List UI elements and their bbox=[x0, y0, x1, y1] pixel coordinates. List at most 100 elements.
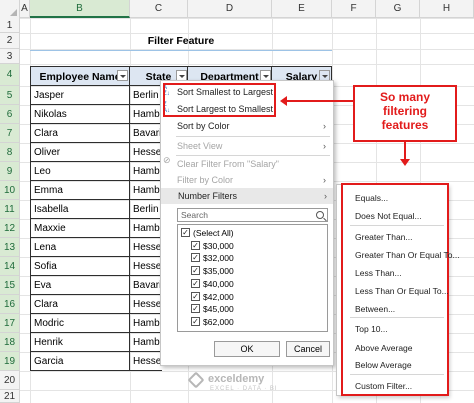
row-header-14[interactable]: 14 bbox=[0, 257, 20, 276]
checkbox-checked-icon[interactable]: ✓ bbox=[181, 228, 190, 237]
filter-value-label: $32,000 bbox=[203, 253, 234, 264]
cell-employee-name[interactable]: Clara bbox=[30, 295, 130, 314]
row-header-21[interactable]: 21 bbox=[0, 390, 20, 403]
number-filter-option[interactable]: Less Than Or Equal To... bbox=[355, 284, 449, 298]
number-filter-option[interactable]: Above Average bbox=[355, 341, 413, 355]
cell-employee-name[interactable]: Leo bbox=[30, 162, 130, 181]
cell-state[interactable]: Hambu bbox=[130, 333, 162, 352]
cell-state[interactable]: Hesser bbox=[130, 295, 162, 314]
row-header-15[interactable]: 15 bbox=[0, 276, 20, 295]
funnel-clear-icon: ⊘ bbox=[163, 155, 171, 165]
sort-by-color-item[interactable]: Sort by Color › bbox=[160, 118, 332, 134]
row-header-10[interactable]: 10 bbox=[0, 181, 20, 200]
number-filter-option[interactable]: Top 10... bbox=[355, 322, 388, 336]
column-header-c[interactable]: C bbox=[130, 0, 188, 18]
checkbox-checked-icon[interactable]: ✓ bbox=[191, 316, 200, 326]
cell-state[interactable]: Hambu bbox=[130, 181, 162, 200]
checkbox-checked-icon[interactable]: ✓ bbox=[191, 278, 200, 288]
chevron-right-icon: › bbox=[323, 175, 326, 185]
cell-employee-name[interactable]: Emma bbox=[30, 181, 130, 200]
cell-state[interactable]: Berlin bbox=[130, 86, 162, 105]
cell-employee-name[interactable]: Eva bbox=[30, 276, 130, 295]
number-filter-option[interactable]: Less Than... bbox=[355, 266, 402, 280]
number-filters-item[interactable]: Number Filters › bbox=[161, 188, 333, 204]
cell-state[interactable]: Hesser bbox=[130, 143, 162, 162]
row-header-17[interactable]: 17 bbox=[0, 314, 20, 333]
sheet-view-label: Sheet View bbox=[177, 141, 223, 151]
row-header-3[interactable]: 3 bbox=[0, 49, 20, 64]
row-header-5[interactable]: 5 bbox=[0, 86, 20, 105]
row-header-2[interactable]: 2 bbox=[0, 33, 20, 49]
sort-by-color-label: Sort by Color bbox=[177, 121, 230, 131]
cell-employee-name[interactable]: Sofia bbox=[30, 257, 130, 276]
row-header-18[interactable]: 18 bbox=[0, 333, 20, 352]
callout-box: So many filtering features bbox=[353, 85, 457, 142]
cell-employee-name[interactable]: Oliver bbox=[30, 143, 130, 162]
column-header-h[interactable]: H bbox=[420, 0, 474, 18]
row-header-7[interactable]: 7 bbox=[0, 124, 20, 143]
row-header-13[interactable]: 13 bbox=[0, 238, 20, 257]
number-filter-option[interactable]: Below Average bbox=[355, 358, 412, 372]
cell-employee-name[interactable]: Clara bbox=[30, 124, 130, 143]
column-header-g[interactable]: G bbox=[376, 0, 420, 18]
checkbox-checked-icon[interactable]: ✓ bbox=[191, 304, 200, 314]
cell-state[interactable]: Hambu bbox=[130, 105, 162, 124]
cell-employee-name[interactable]: Maxxie bbox=[30, 219, 130, 238]
row-header-16[interactable]: 16 bbox=[0, 295, 20, 314]
cancel-button[interactable]: Cancel bbox=[286, 341, 330, 357]
cell-state[interactable]: Hambu bbox=[130, 314, 162, 333]
number-filter-option[interactable]: Custom Filter... bbox=[355, 379, 412, 393]
row-header-4[interactable]: 4 bbox=[0, 64, 20, 86]
cell-employee-name[interactable]: Henrik bbox=[30, 333, 130, 352]
filter-by-color-label: Filter by Color bbox=[177, 175, 234, 185]
checkbox-checked-icon[interactable]: ✓ bbox=[191, 291, 200, 301]
cell-employee-name[interactable]: Lena bbox=[30, 238, 130, 257]
header-employee-name-label: Employee Name bbox=[39, 71, 121, 83]
cell-state[interactable]: Berlin bbox=[130, 200, 162, 219]
number-filter-option[interactable]: Greater Than... bbox=[355, 230, 412, 244]
submenu-divider bbox=[350, 225, 444, 226]
row-header-8[interactable]: 8 bbox=[0, 143, 20, 162]
cell-state[interactable]: Hesser bbox=[130, 238, 162, 257]
filter-value-label: $40,000 bbox=[203, 278, 234, 289]
number-filter-option[interactable]: Greater Than Or Equal To... bbox=[355, 248, 460, 262]
column-header-d[interactable]: D bbox=[188, 0, 272, 18]
callout-line-3: features bbox=[381, 118, 429, 132]
ok-button[interactable]: OK bbox=[214, 341, 280, 357]
cell-state[interactable]: Hambu bbox=[130, 162, 162, 181]
filter-dropdown-name[interactable] bbox=[117, 70, 128, 81]
callout-down-arrow-head bbox=[400, 159, 410, 166]
cell-state[interactable]: Hambu bbox=[130, 219, 162, 238]
column-header-a[interactable]: A bbox=[20, 0, 30, 18]
row-header-11[interactable]: 11 bbox=[0, 200, 20, 219]
cell-state[interactable]: Hesser bbox=[130, 352, 162, 371]
cell-state[interactable]: Hesser bbox=[130, 257, 162, 276]
checkbox-checked-icon[interactable]: ✓ bbox=[191, 266, 200, 276]
checkbox-checked-icon[interactable]: ✓ bbox=[191, 253, 200, 263]
number-filter-option[interactable]: Between... bbox=[355, 302, 395, 316]
column-header-e[interactable]: E bbox=[272, 0, 332, 18]
filter-search-input[interactable]: Search bbox=[177, 208, 328, 222]
checkbox-checked-icon[interactable]: ✓ bbox=[191, 240, 200, 250]
cell-employee-name[interactable]: Jasper bbox=[30, 86, 130, 105]
sheet-title: Filter Feature bbox=[147, 35, 215, 47]
title-underline bbox=[30, 50, 332, 51]
number-filter-option[interactable]: Equals... bbox=[355, 191, 388, 205]
row-header-12[interactable]: 12 bbox=[0, 219, 20, 238]
column-header-b[interactable]: B bbox=[30, 0, 130, 18]
number-filter-option[interactable]: Does Not Equal... bbox=[355, 209, 422, 223]
cell-employee-name[interactable]: Nikolas bbox=[30, 105, 130, 124]
cell-employee-name[interactable]: Isabella bbox=[30, 200, 130, 219]
row-header-19[interactable]: 19 bbox=[0, 352, 20, 371]
watermark-name: exceldemy bbox=[208, 373, 265, 385]
row-header-1[interactable]: 1 bbox=[0, 18, 20, 33]
cell-employee-name[interactable]: Modric bbox=[30, 314, 130, 333]
row-header-9[interactable]: 9 bbox=[0, 162, 20, 181]
cell-employee-name[interactable]: Garcia bbox=[30, 352, 130, 371]
column-header-f[interactable]: F bbox=[332, 0, 376, 18]
row-header-20[interactable]: 20 bbox=[0, 371, 20, 390]
cell-state[interactable]: Bavaria bbox=[130, 276, 162, 295]
cell-state[interactable]: Bavaria bbox=[130, 124, 162, 143]
select-all-corner[interactable] bbox=[0, 0, 20, 18]
row-header-6[interactable]: 6 bbox=[0, 105, 20, 124]
